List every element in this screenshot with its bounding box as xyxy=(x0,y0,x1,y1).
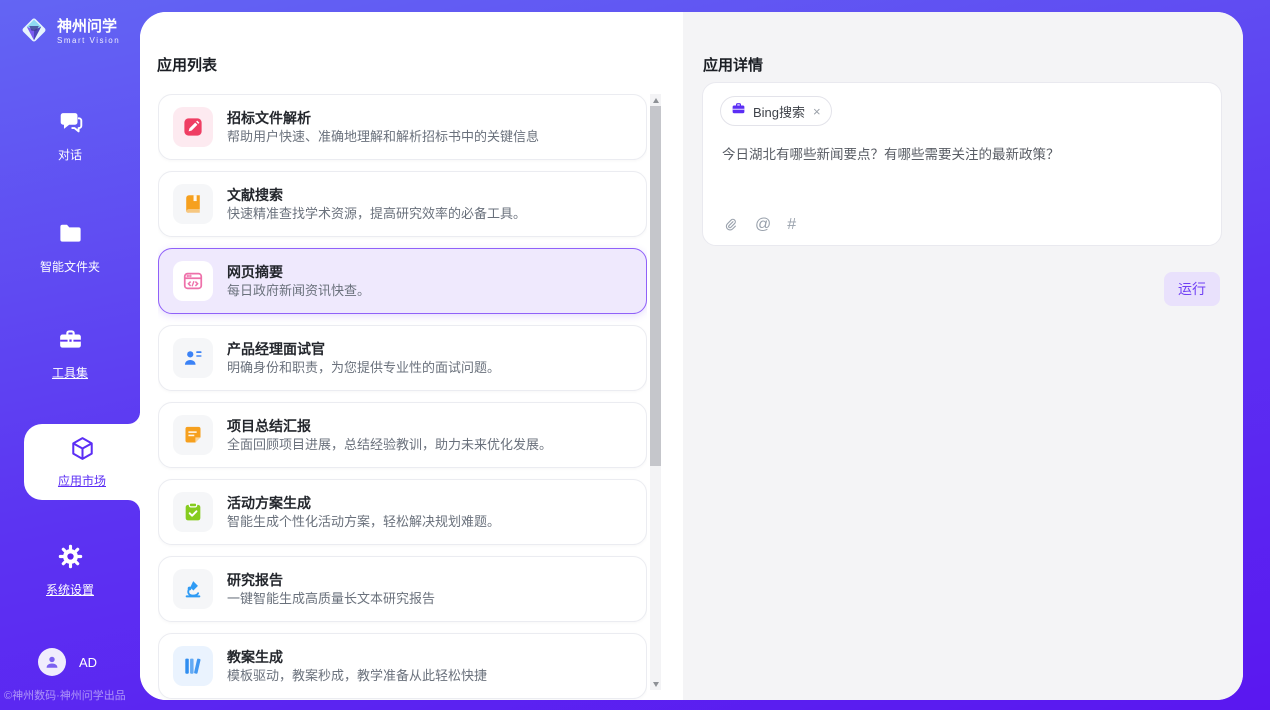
sidebar-item-5[interactable]: 系统设置 xyxy=(0,543,140,598)
app-card-title: 研究报告 xyxy=(227,573,435,587)
app-card-7[interactable]: 研究报告一键智能生成高质量长文本研究报告 xyxy=(158,556,647,622)
sidebar: 神州问学 Smart Vision 对话 智能文件夹 工具集 应用市场 系统设置… xyxy=(0,0,140,710)
composer-toolbar: @ # xyxy=(722,216,796,233)
edit-square-icon xyxy=(173,107,213,147)
app-card-description: 一键智能生成高质量长文本研究报告 xyxy=(227,592,435,605)
avatar xyxy=(38,648,66,676)
app-card-6[interactable]: 活动方案生成智能生成个性化活动方案，轻松解决规划难题。 xyxy=(158,479,647,545)
sidebar-item-label: 对话 xyxy=(58,146,82,163)
sidebar-item-label: 工具集 xyxy=(52,364,88,381)
books-icon xyxy=(173,646,213,686)
triangle-down-icon xyxy=(653,682,659,687)
app-detail-title: 应用详情 xyxy=(703,54,763,75)
app-card-8[interactable]: 教案生成模板驱动，教案秒成，教学准备从此轻松快捷 xyxy=(158,633,647,699)
app-card-title: 网页摘要 xyxy=(227,265,370,279)
book-icon xyxy=(173,184,213,224)
scroll-up-button[interactable] xyxy=(650,94,661,106)
app-card-title: 活动方案生成 xyxy=(227,496,500,510)
prompt-input[interactable]: 今日湖北有哪些新闻要点？有哪些需要关注的最新政策？ xyxy=(722,145,1203,165)
scroll-down-button[interactable] xyxy=(650,678,661,690)
app-card-description: 帮助用户快速、准确地理解和解析招标书中的关键信息 xyxy=(227,130,539,143)
app-card-description: 快速精准查找学术资源，提高研究效率的必备工具。 xyxy=(227,207,526,220)
app-list-title: 应用列表 xyxy=(157,54,217,75)
sidebar-item-label: 系统设置 xyxy=(46,581,94,598)
user-profile[interactable]: AD xyxy=(38,648,97,676)
sidebar-item-2[interactable]: 智能文件夹 xyxy=(0,220,140,275)
app-card-title: 产品经理面试官 xyxy=(227,342,500,356)
app-card-1[interactable]: 招标文件解析帮助用户快速、准确地理解和解析招标书中的关键信息 xyxy=(158,94,647,160)
app-card-title: 招标文件解析 xyxy=(227,111,539,125)
clipboard-check-icon xyxy=(173,492,213,532)
sticky-note-icon xyxy=(173,415,213,455)
attachment-icon[interactable] xyxy=(722,216,739,233)
app-card-description: 明确身份和职责，为您提供专业性的面试问题。 xyxy=(227,361,500,374)
toolbox-icon xyxy=(57,326,84,358)
app-card-description: 模板驱动，教案秒成，教学准备从此轻松快捷 xyxy=(227,669,487,682)
interviewer-icon xyxy=(173,338,213,378)
folder-icon xyxy=(57,220,84,252)
sidebar-item-4[interactable]: 应用市场 xyxy=(24,424,140,500)
app-card-description: 每日政府新闻资讯快查。 xyxy=(227,284,370,297)
browser-code-icon xyxy=(173,261,213,301)
tool-chip-bing-search[interactable]: Bing搜索 × xyxy=(720,96,832,126)
close-icon[interactable]: × xyxy=(813,105,821,118)
sidebar-item-1[interactable]: 对话 xyxy=(0,108,140,163)
prompt-card: Bing搜索 × 今日湖北有哪些新闻要点？有哪些需要关注的最新政策？ @ # xyxy=(702,82,1222,246)
chat-icon xyxy=(57,108,84,140)
app-card-4[interactable]: 产品经理面试官明确身份和职责，为您提供专业性的面试问题。 xyxy=(158,325,647,391)
app-card-2[interactable]: 文献搜索快速精准查找学术资源，提高研究效率的必备工具。 xyxy=(158,171,647,237)
app-list-scrollbar[interactable] xyxy=(650,94,661,690)
copyright-footer: ©神州数码·神州问学出品 xyxy=(4,687,140,703)
user-name: AD xyxy=(79,655,97,670)
tool-chip-label: Bing搜索 xyxy=(753,102,805,121)
app-list: 招标文件解析帮助用户快速、准确地理解和解析招标书中的关键信息 文献搜索快速精准查… xyxy=(158,94,647,700)
sidebar-item-label: 应用市场 xyxy=(58,472,106,489)
brand-name: 神州问学 xyxy=(57,18,120,36)
brand-logo: 神州问学 Smart Vision xyxy=(18,14,120,51)
cube-icon xyxy=(69,435,96,467)
triangle-up-icon xyxy=(653,98,659,103)
scrollbar-thumb[interactable] xyxy=(650,106,661,466)
app-list-pane: 应用列表 招标文件解析帮助用户快速、准确地理解和解析招标书中的关键信息 文献搜索… xyxy=(140,12,683,700)
app-card-title: 项目总结汇报 xyxy=(227,419,552,433)
main-panel: 应用列表 招标文件解析帮助用户快速、准确地理解和解析招标书中的关键信息 文献搜索… xyxy=(140,12,1243,700)
app-card-description: 智能生成个性化活动方案，轻松解决规划难题。 xyxy=(227,515,500,528)
run-button[interactable]: 运行 xyxy=(1164,272,1220,306)
microscope-icon xyxy=(173,569,213,609)
sidebar-item-label: 智能文件夹 xyxy=(40,258,100,275)
app-card-title: 文献搜索 xyxy=(227,188,526,202)
gear-icon xyxy=(57,543,84,575)
app-card-title: 教案生成 xyxy=(227,650,487,664)
app-card-description: 全面回顾项目进展，总结经验教训，助力未来优化发展。 xyxy=(227,438,552,451)
app-card-5[interactable]: 项目总结汇报全面回顾项目进展，总结经验教训，助力未来优化发展。 xyxy=(158,402,647,468)
mention-icon[interactable]: @ xyxy=(755,217,771,233)
sidebar-item-3[interactable]: 工具集 xyxy=(0,326,140,381)
app-card-3[interactable]: 网页摘要每日政府新闻资讯快查。 xyxy=(158,248,647,314)
brand-subtitle: Smart Vision xyxy=(57,36,120,46)
briefcase-icon xyxy=(731,101,746,121)
gem-logo-icon xyxy=(18,14,50,51)
app-detail-pane: 应用详情 Bing搜索 × 今日湖北有哪些新闻要点？有哪些需要关注的最新政策？ … xyxy=(683,12,1243,700)
hashtag-icon[interactable]: # xyxy=(787,217,796,233)
